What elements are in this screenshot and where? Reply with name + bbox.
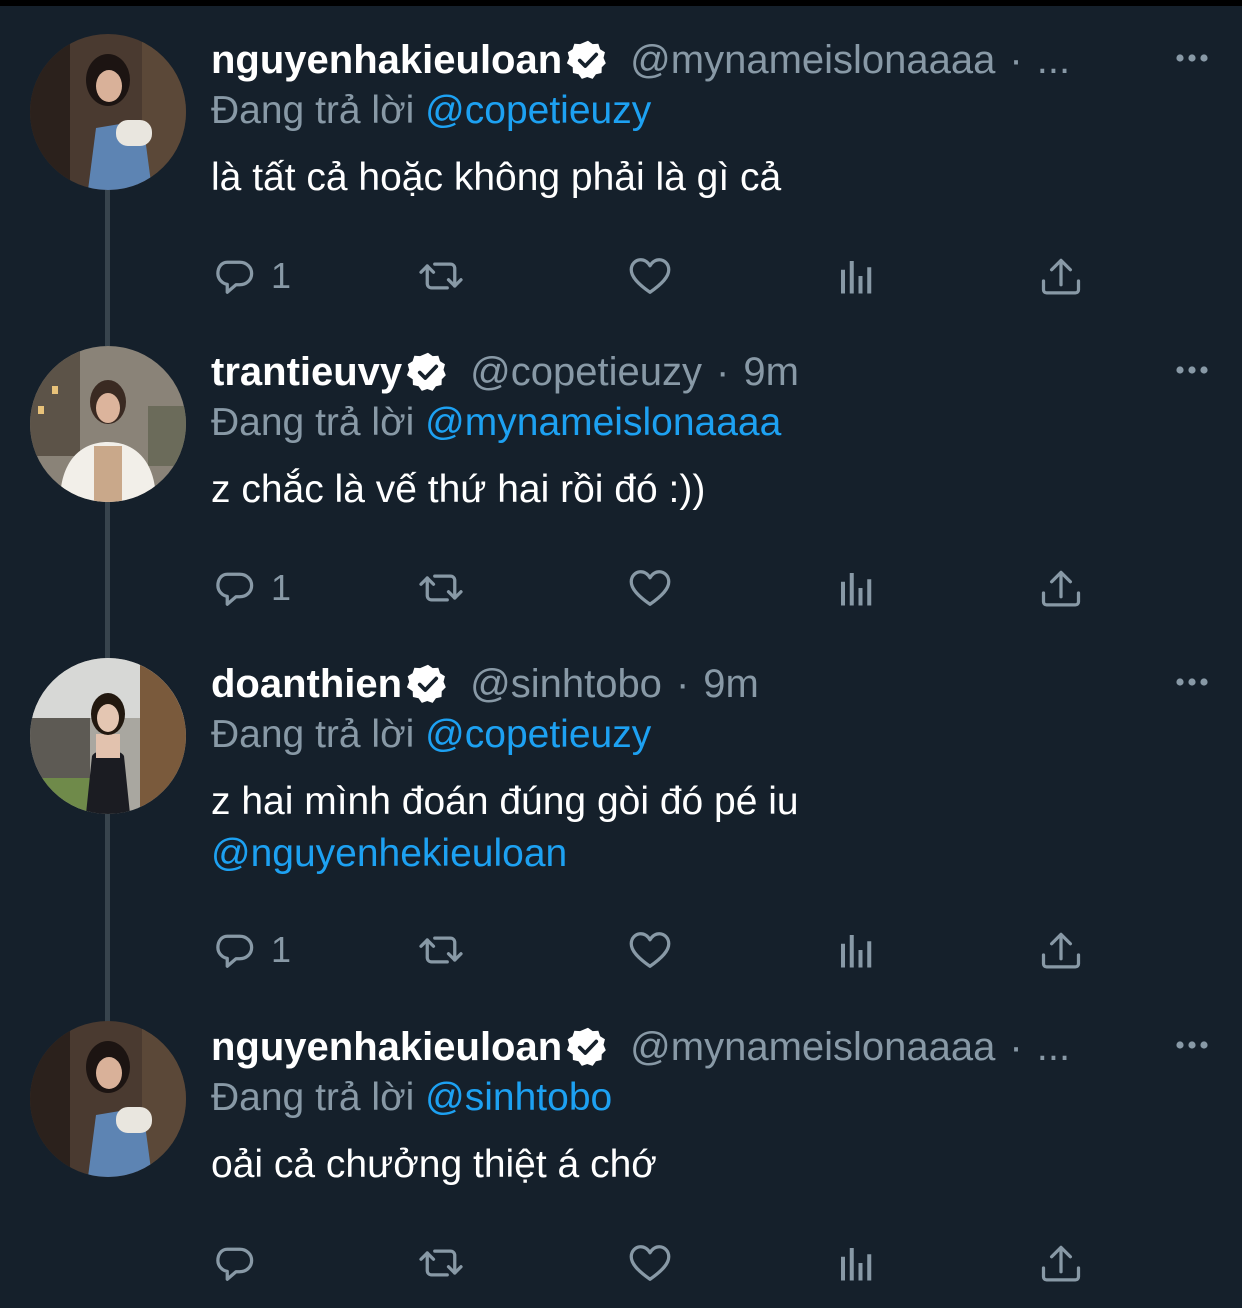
separator-dot: · <box>1009 1025 1023 1069</box>
reply-button[interactable]: 1 <box>211 922 291 978</box>
reply-button[interactable] <box>211 1235 261 1291</box>
replying-label: Đang trả lời <box>211 89 415 132</box>
tweet-mention[interactable]: @nguyenhekieuloan <box>211 832 567 875</box>
reply-icon <box>216 1247 254 1281</box>
share-icon <box>1041 932 1081 969</box>
retweet-button[interactable] <box>416 922 466 978</box>
timestamp[interactable]: 9m <box>743 346 799 398</box>
tweet-actions <box>211 1235 1111 1291</box>
conversation-thread: nguyenhakieuloan @mynameislonaaaa · ... … <box>0 6 1242 1308</box>
timestamp[interactable]: ... <box>1037 1021 1070 1073</box>
tweet-text-line: z hai mình đoán đúng gòi đó pé iu <box>211 780 799 823</box>
more-dots-icon[interactable] <box>1172 1025 1212 1065</box>
replying-label: Đang trả lời <box>211 713 415 756</box>
display-name[interactable]: doanthien <box>211 658 402 710</box>
tweet-text: z chắc là vế thứ hai rồi đó :)) <box>211 468 706 511</box>
reply-icon <box>216 572 254 606</box>
reply-button[interactable]: 1 <box>211 248 291 304</box>
retweet-icon <box>419 574 463 602</box>
tweet-actions: 1 <box>211 922 1111 978</box>
like-button[interactable] <box>625 248 675 304</box>
reply-count: 1 <box>271 567 292 608</box>
user-handle[interactable]: @mynameislonaaaa <box>630 1021 995 1073</box>
separator-dot: · <box>675 662 690 706</box>
replying-to-mention[interactable]: @copetieuzy <box>425 713 651 756</box>
share-icon <box>1041 1245 1081 1282</box>
analytics-icon <box>841 935 872 968</box>
verified-badge-icon <box>406 350 448 393</box>
share-button[interactable] <box>1036 922 1086 978</box>
more-dots-icon[interactable] <box>1172 350 1212 390</box>
avatar[interactable] <box>30 34 186 190</box>
tweet-text: oải cả chưởng thiệt á chớ <box>211 1143 657 1186</box>
reply-icon <box>216 934 254 968</box>
thread-connector-line <box>105 814 110 1022</box>
retweet-icon <box>419 936 463 964</box>
display-name[interactable]: trantieuvy <box>211 346 402 398</box>
heart-icon <box>629 258 671 294</box>
verified-badge-icon <box>566 1025 608 1068</box>
like-button[interactable] <box>625 922 675 978</box>
share-button[interactable] <box>1036 248 1086 304</box>
separator-dot: · <box>716 350 730 394</box>
reply-icon <box>216 260 254 294</box>
retweet-button[interactable] <box>416 1235 466 1291</box>
replying-to: Đang trả lời @sinhtobo <box>211 1073 1202 1123</box>
avatar[interactable] <box>30 346 186 502</box>
replying-to-mention[interactable]: @sinhtobo <box>425 1076 612 1119</box>
more-dots-icon[interactable] <box>1172 38 1212 78</box>
tweet-actions: 1 <box>211 560 1111 616</box>
retweet-icon <box>419 1249 463 1277</box>
replying-to: Đang trả lời @copetieuzy <box>211 710 1202 760</box>
reply-count: 1 <box>271 255 292 296</box>
display-name[interactable]: nguyenhakieuloan <box>211 1021 562 1073</box>
more-dots-icon[interactable] <box>1172 662 1212 702</box>
analytics-icon <box>841 261 872 294</box>
verified-badge-icon <box>406 662 448 705</box>
heart-icon <box>629 1245 671 1281</box>
like-button[interactable] <box>625 560 675 616</box>
reply-count: 1 <box>271 929 292 970</box>
tweet-text: là tất cả hoặc không phải là gì cả <box>211 156 782 199</box>
replying-to-mention[interactable]: @mynameislonaaaa <box>425 401 781 444</box>
share-icon <box>1041 570 1081 607</box>
display-name[interactable]: nguyenhakieuloan <box>211 34 562 86</box>
replying-to-mention[interactable]: @copetieuzy <box>425 89 651 132</box>
user-handle[interactable]: @copetieuzy <box>470 346 702 398</box>
avatar[interactable] <box>30 1021 186 1177</box>
retweet-button[interactable] <box>416 248 466 304</box>
thread-connector-line <box>105 502 110 658</box>
timestamp[interactable]: ... <box>1037 34 1070 86</box>
share-button[interactable] <box>1036 560 1086 616</box>
user-handle[interactable]: @mynameislonaaaa <box>630 34 995 86</box>
like-button[interactable] <box>625 1235 675 1291</box>
avatar[interactable] <box>30 658 186 814</box>
replying-to: Đang trả lời @copetieuzy <box>211 86 1202 136</box>
thread-connector-line <box>105 190 110 346</box>
tweet-text: z hai mình đoán đúng gòi đó pé iu @nguye… <box>211 776 1202 880</box>
analytics-button[interactable] <box>831 922 881 978</box>
reply-button[interactable]: 1 <box>211 560 291 616</box>
analytics-icon <box>841 573 872 606</box>
share-button[interactable] <box>1036 1235 1086 1291</box>
retweet-button[interactable] <box>416 560 466 616</box>
user-handle[interactable]: @sinhtobo <box>470 658 662 710</box>
replying-to: Đang trả lời @mynameislonaaaa <box>211 398 1202 448</box>
retweet-icon <box>419 262 463 290</box>
tweet-actions: 1 <box>211 248 1111 304</box>
replying-label: Đang trả lời <box>211 401 415 444</box>
share-icon <box>1041 258 1081 295</box>
verified-badge-icon <box>566 38 608 81</box>
heart-icon <box>629 932 671 968</box>
analytics-button[interactable] <box>831 560 881 616</box>
analytics-button[interactable] <box>831 248 881 304</box>
replying-label: Đang trả lời <box>211 1076 415 1119</box>
timestamp[interactable]: 9m <box>703 658 759 710</box>
analytics-button[interactable] <box>831 1235 881 1291</box>
separator-dot: · <box>1009 38 1023 82</box>
analytics-icon <box>841 1248 872 1281</box>
heart-icon <box>629 570 671 606</box>
